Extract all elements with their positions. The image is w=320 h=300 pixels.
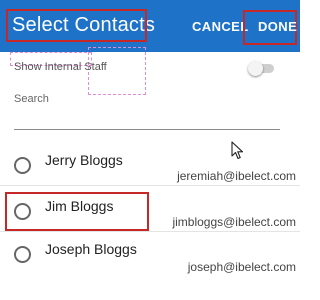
contact-radio[interactable] [14, 203, 31, 220]
contact-row-jim-bloggs[interactable]: Jim Bloggs jimbloggs@ibelect.com [0, 186, 300, 232]
page-title: Select Contacts [12, 14, 156, 36]
cancel-button[interactable]: CANCEL [192, 19, 249, 34]
done-button-label: DONE [258, 19, 298, 34]
contact-row-joseph-bloggs[interactable]: Joseph Bloggs joseph@ibelect.com [0, 232, 300, 278]
contact-radio[interactable] [14, 246, 31, 263]
app-bar: Select Contacts CANCEL DONE [0, 0, 300, 52]
contact-email: jimbloggs@ibelect.com [172, 215, 296, 229]
done-button[interactable]: DONE [243, 10, 297, 45]
internal-staff-label: Show Internal Staff [14, 61, 107, 73]
contact-email: jeremiah@ibelect.com [177, 169, 296, 183]
contact-row-jerry-bloggs[interactable]: Jerry Bloggs jeremiah@ibelect.com [0, 140, 300, 186]
search-label: Search [14, 93, 49, 105]
contact-name: Jerry Bloggs [45, 152, 123, 168]
toggle-knob [248, 61, 263, 76]
search-input[interactable] [14, 108, 280, 130]
contact-radio[interactable] [14, 157, 31, 174]
contact-name: Jim Bloggs [45, 198, 114, 214]
contact-name: Joseph Bloggs [45, 241, 137, 257]
contact-email: joseph@ibelect.com [187, 260, 296, 274]
internal-staff-toggle[interactable] [248, 61, 274, 76]
